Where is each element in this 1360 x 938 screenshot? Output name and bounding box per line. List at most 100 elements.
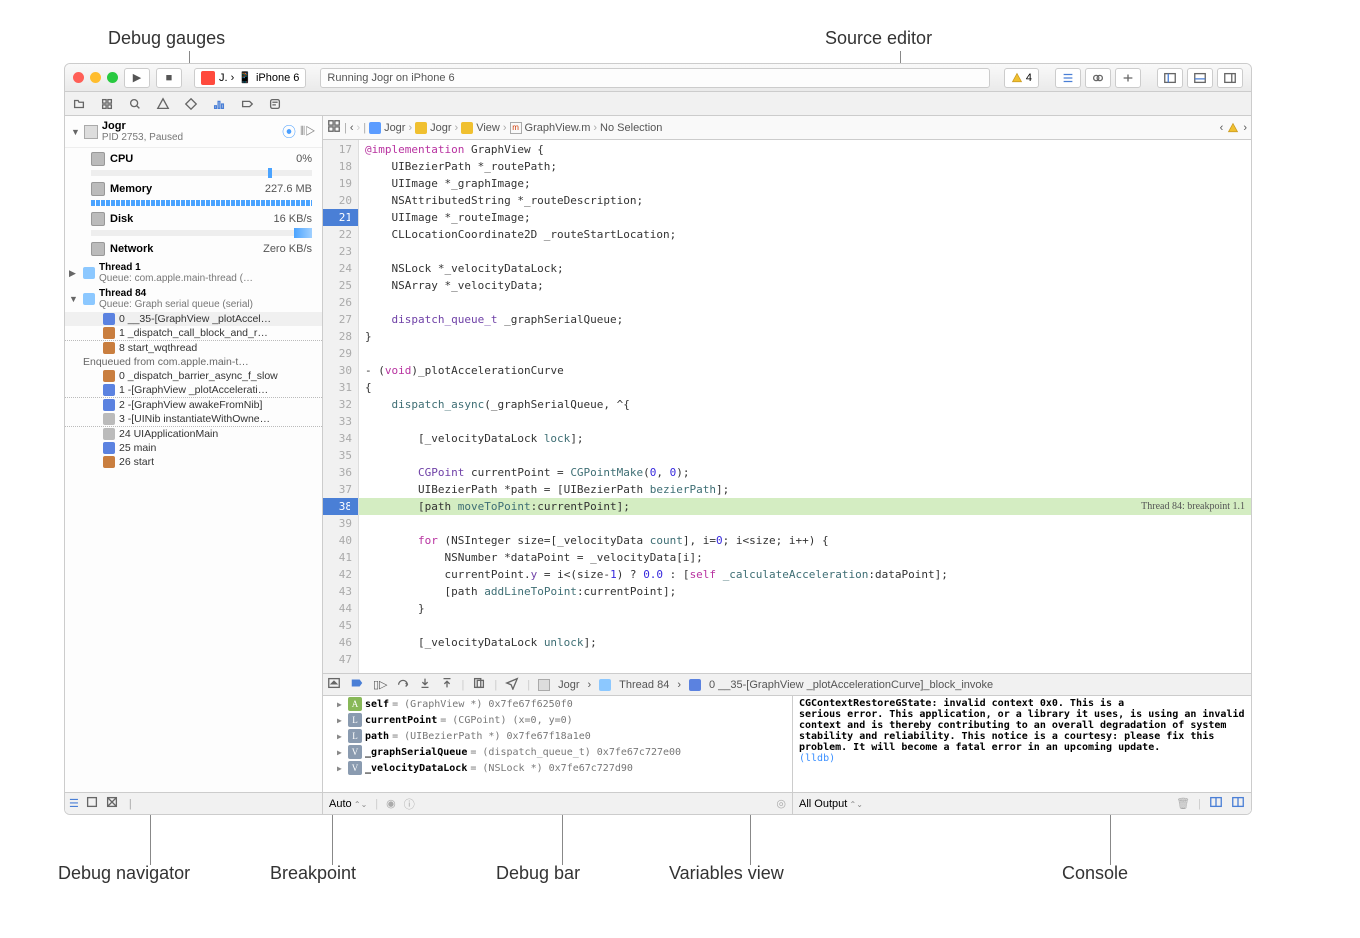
navigator-selector bbox=[65, 92, 1251, 116]
filter-process-icon[interactable]: ☰ bbox=[69, 797, 79, 810]
stack-frame-row[interactable]: 25 main bbox=[65, 441, 322, 455]
stack-frame-row[interactable]: 24 UIApplicationMain bbox=[65, 427, 322, 441]
variables-filter[interactable] bbox=[423, 796, 769, 812]
stop-button[interactable]: ■ bbox=[156, 68, 182, 88]
thread-header[interactable]: ▶Thread 1Queue: com.apple.main-thread (… bbox=[65, 260, 322, 286]
variable-row[interactable]: ▶Aself = (GraphView *) 0x7fe67f6250f0 bbox=[323, 696, 792, 712]
thread-icon bbox=[83, 267, 95, 279]
debug-area: ▯▷ | | | Jogr› Thread 84› 0 __35-[GraphV… bbox=[323, 673, 1251, 814]
filter-field[interactable] bbox=[138, 796, 318, 812]
editor-pane: | ‹ › | Jogr› Jogr› View› m GraphView.m›… bbox=[323, 116, 1251, 814]
filter-crashed-icon[interactable] bbox=[105, 795, 119, 812]
show-variables-button[interactable] bbox=[1209, 795, 1223, 812]
thread-header[interactable]: ▼Thread 84Queue: Graph serial queue (ser… bbox=[65, 286, 322, 312]
issue-badge[interactable]: 4 bbox=[1004, 68, 1039, 88]
stack-frame-row[interactable]: 26 start bbox=[65, 455, 322, 469]
app-icon bbox=[201, 71, 215, 85]
stack-frame-row[interactable]: 0 __35-[GraphView _plotAccel… bbox=[65, 312, 322, 326]
breakpoint-navigator-tab[interactable] bbox=[237, 95, 257, 113]
frame-icon bbox=[103, 456, 115, 468]
toggle-navigator-button[interactable] bbox=[1157, 68, 1183, 88]
process-row[interactable]: ▼ Jogr PID 2753, Paused ⦿ ⦀▷ bbox=[65, 116, 322, 148]
standard-editor-button[interactable] bbox=[1055, 68, 1081, 88]
report-navigator-tab[interactable] bbox=[265, 95, 285, 113]
annotation-debug-bar: Debug bar bbox=[496, 863, 580, 884]
annotation-console: Console bbox=[1062, 863, 1128, 884]
frame-icon bbox=[689, 679, 701, 691]
stack-frame-row[interactable]: 1 -[GraphView _plotAccelerati… bbox=[65, 383, 322, 398]
variable-row[interactable]: ▶V_velocityDataLock = (NSLock *) 0x7fe67… bbox=[323, 760, 792, 776]
thread-icon bbox=[83, 293, 95, 305]
source-code[interactable]: @implementation GraphView { UIBezierPath… bbox=[359, 140, 1251, 673]
jump-bar[interactable]: | ‹ › | Jogr› Jogr› View› m GraphView.m›… bbox=[323, 116, 1251, 140]
stack-frame-row[interactable]: 1 _dispatch_call_block_and_r… bbox=[65, 326, 322, 341]
prev-issue-button[interactable]: ‹ bbox=[1220, 122, 1224, 134]
debug-view-hierarchy-button[interactable] bbox=[472, 676, 486, 693]
variable-row[interactable]: ▶LcurrentPoint = (CGPoint) (x=0, y=0) bbox=[323, 712, 792, 728]
step-into-button[interactable] bbox=[418, 676, 432, 693]
toggle-debug-area-button[interactable] bbox=[1187, 68, 1213, 88]
toggle-breakpoints-button[interactable] bbox=[349, 676, 365, 693]
stack-frame-row[interactable]: 3 -[UINib instantiateWithOwne… bbox=[65, 412, 322, 427]
project-navigator-tab[interactable] bbox=[69, 95, 89, 113]
minimize-window-button[interactable] bbox=[90, 72, 101, 83]
frame-icon bbox=[103, 313, 115, 325]
debug-navigator-tab[interactable] bbox=[209, 95, 229, 113]
show-console-button[interactable] bbox=[1231, 795, 1245, 812]
back-button[interactable]: ‹ bbox=[350, 122, 354, 134]
console-output-selector[interactable]: All Output bbox=[799, 798, 863, 810]
gauge-row[interactable]: Disk16 KB/s bbox=[65, 208, 322, 230]
frame-icon bbox=[103, 370, 115, 382]
filter-icon[interactable]: ◎ bbox=[776, 797, 786, 810]
stack-frame-row[interactable]: 0 _dispatch_barrier_async_f_slow bbox=[65, 369, 322, 383]
print-description-button[interactable]: ⓘ bbox=[404, 796, 415, 812]
test-navigator-tab[interactable] bbox=[181, 95, 201, 113]
location-icon[interactable]: ⦿ bbox=[282, 122, 296, 142]
window-controls bbox=[73, 72, 118, 83]
app-icon-small bbox=[84, 125, 98, 139]
scheme-selector[interactable]: J. › 📱 iPhone 6 bbox=[194, 68, 306, 88]
step-over-button[interactable] bbox=[396, 676, 410, 693]
gauge-row[interactable]: Memory227.6 MB bbox=[65, 178, 322, 200]
assistant-editor-button[interactable] bbox=[1085, 68, 1111, 88]
stack-frame-row[interactable]: 2 -[GraphView awakeFromNib] bbox=[65, 398, 322, 412]
search-navigator-tab[interactable] bbox=[125, 95, 145, 113]
console-filter[interactable] bbox=[871, 796, 1168, 812]
frame-icon bbox=[103, 399, 115, 411]
simulate-location-button[interactable] bbox=[505, 676, 519, 693]
step-out-button[interactable] bbox=[440, 676, 454, 693]
toggle-utilities-button[interactable] bbox=[1217, 68, 1243, 88]
continue-button[interactable]: ▯▷ bbox=[373, 678, 388, 691]
symbol-navigator-tab[interactable] bbox=[97, 95, 117, 113]
console-output[interactable]: CGContextRestoreGState: invalid context … bbox=[793, 696, 1251, 792]
activity-status: Running Jogr on iPhone 6 bbox=[320, 68, 989, 88]
forward-button[interactable]: › bbox=[357, 122, 361, 134]
filter-thread-icon[interactable] bbox=[85, 795, 99, 812]
line-gutter[interactable]: 1718192021222324252627282930313233343536… bbox=[323, 140, 359, 673]
annotation-source-editor: Source editor bbox=[825, 28, 932, 49]
close-window-button[interactable] bbox=[73, 72, 84, 83]
stack-frame-row[interactable]: 8 start_wqthread bbox=[65, 341, 322, 355]
gauge-icon bbox=[91, 242, 105, 256]
variables-view[interactable]: ▶Aself = (GraphView *) 0x7fe67f6250f0▶Lc… bbox=[323, 696, 793, 792]
variables-scope-selector[interactable]: Auto bbox=[329, 798, 367, 810]
frame-icon bbox=[103, 384, 115, 396]
hide-debug-area-button[interactable] bbox=[327, 676, 341, 693]
thread-list: ▶Thread 1Queue: com.apple.main-thread (…… bbox=[65, 260, 322, 792]
continue-icon[interactable]: ⦀▷ bbox=[300, 124, 316, 139]
file-icon: m bbox=[510, 122, 522, 134]
gauge-row[interactable]: NetworkZero KB/s bbox=[65, 238, 322, 260]
next-issue-button[interactable]: › bbox=[1243, 122, 1247, 134]
run-button[interactable]: ▶ bbox=[124, 68, 150, 88]
version-editor-button[interactable] bbox=[1115, 68, 1141, 88]
variable-row[interactable]: ▶Lpath = (UIBezierPath *) 0x7fe67f18a1e0 bbox=[323, 728, 792, 744]
variable-row[interactable]: ▶V_graphSerialQueue = (dispatch_queue_t)… bbox=[323, 744, 792, 760]
warning-icon bbox=[1011, 72, 1023, 84]
stack-frame-row[interactable]: Enqueued from com.apple.main-t… bbox=[65, 355, 322, 369]
gauge-row[interactable]: CPU0% bbox=[65, 148, 322, 170]
clear-console-button[interactable]: 🗑 bbox=[1176, 797, 1190, 810]
issue-navigator-tab[interactable] bbox=[153, 95, 173, 113]
quicklook-button[interactable]: ◉ bbox=[386, 797, 396, 810]
zoom-window-button[interactable] bbox=[107, 72, 118, 83]
related-items-icon[interactable] bbox=[327, 119, 341, 136]
